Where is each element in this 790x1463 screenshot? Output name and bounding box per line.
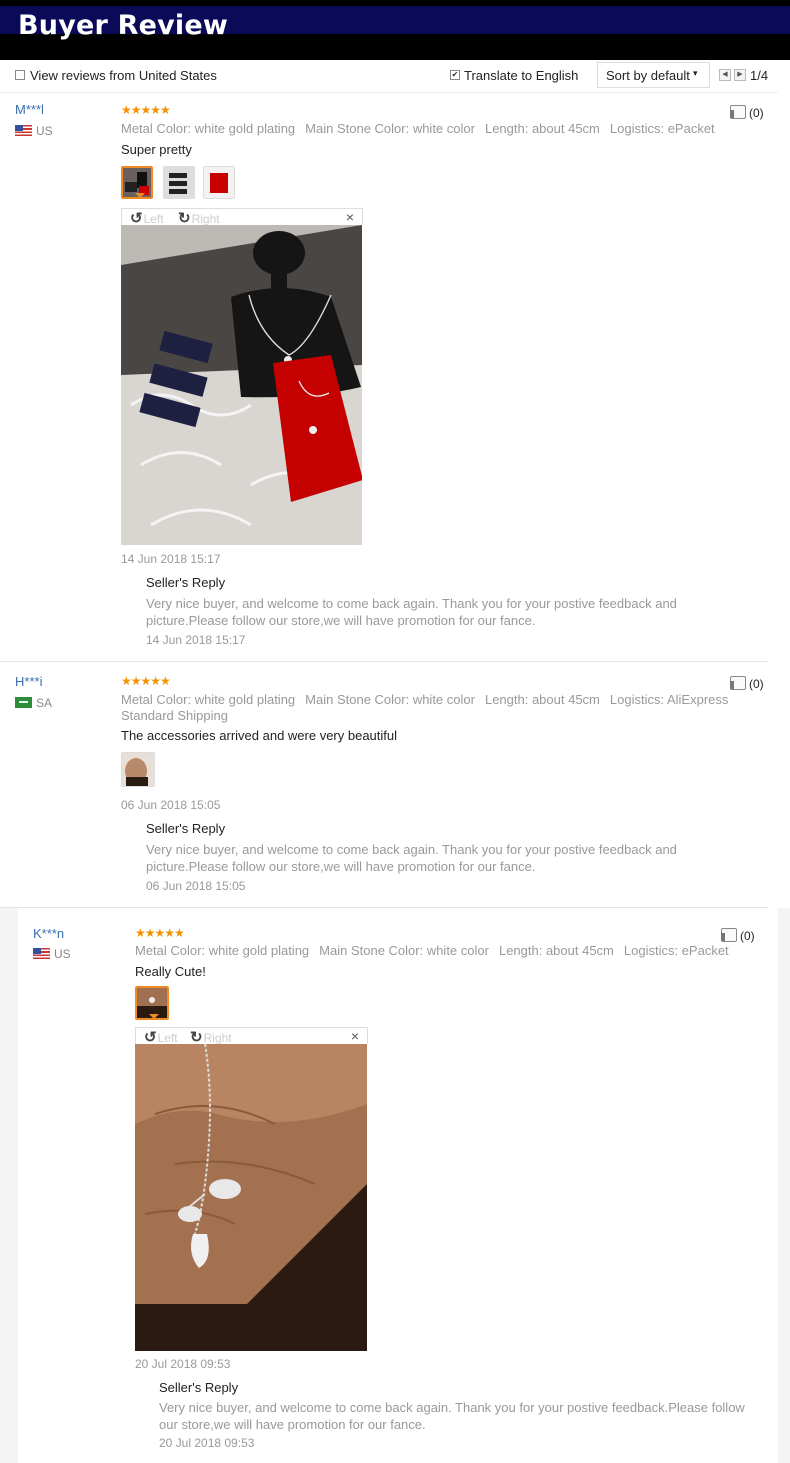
photo-viewer-toolbar: ↺Left ↻Right × <box>135 1027 368 1046</box>
thumbs-up-icon <box>721 928 737 942</box>
sort-dropdown-label: Sort by default <box>606 68 690 83</box>
translate-label[interactable]: Translate to English <box>464 68 578 83</box>
header-banner: Buyer Review <box>0 0 790 60</box>
review-photo-large <box>135 1044 367 1351</box>
review-text: The accessories arrived and were very be… <box>121 728 398 743</box>
thumbs-up-icon <box>730 676 746 690</box>
sort-dropdown[interactable]: Sort by default ▾ <box>597 62 710 88</box>
thumbs-up-icon <box>730 105 746 119</box>
seller-reply-date: 20 Jul 2018 09:53 <box>159 1436 255 1450</box>
review-date: 14 Jun 2018 15:17 <box>121 552 221 566</box>
seller-reply-text: Very nice buyer, and welcome to come bac… <box>159 1400 745 1432</box>
page-margin <box>0 908 18 1463</box>
view-us-checkbox[interactable] <box>15 70 25 80</box>
page-indicator: 1/4 <box>750 68 769 83</box>
next-page-button[interactable]: ▶ <box>734 69 746 81</box>
review-item: H***i SA ★★★★★ (0) Metal Color: white go… <box>0 662 768 908</box>
seller-reply-text: Very nice buyer, and welcome to come bac… <box>146 842 677 874</box>
review-item: M***l US ★★★★★ (0) Metal Color: white go… <box>0 93 768 662</box>
photo-thumbnail[interactable] <box>163 166 195 199</box>
seller-reply-date: 06 Jun 2018 15:05 <box>146 879 246 893</box>
seller-reply-date: 14 Jun 2018 15:17 <box>146 633 246 647</box>
reviewer-name[interactable]: M***l <box>15 102 44 117</box>
us-flag-icon <box>15 125 32 136</box>
star-rating: ★★★★★ <box>121 674 171 688</box>
seller-reply-label: Seller's Reply <box>146 821 226 836</box>
product-attributes: Metal Color: white gold plating Main Ston… <box>135 943 729 958</box>
review-item: K***n US ★★★★★ (0) Metal Color: white go… <box>18 916 778 1461</box>
reviewer-country: US <box>15 124 53 138</box>
photo-thumbnail[interactable] <box>121 752 155 787</box>
review-text: Really Cute! <box>135 964 206 979</box>
seller-reply-label: Seller's Reply <box>146 575 226 590</box>
reviewer-name[interactable]: K***n <box>33 926 64 941</box>
seller-reply-label: Seller's Reply <box>159 1380 239 1395</box>
chevron-down-icon: ▾ <box>693 68 698 78</box>
prev-page-button[interactable]: ◀ <box>719 69 731 81</box>
star-rating: ★★★★★ <box>121 103 171 117</box>
sa-flag-icon <box>15 697 32 708</box>
photo-thumbnail[interactable] <box>121 166 153 199</box>
star-rating: ★★★★★ <box>135 926 185 940</box>
close-icon[interactable]: × <box>346 209 354 225</box>
review-date: 06 Jun 2018 15:05 <box>121 798 221 812</box>
close-icon[interactable]: × <box>351 1028 359 1044</box>
photo-thumbnail[interactable] <box>135 986 169 1020</box>
photo-thumbnail[interactable] <box>203 166 235 199</box>
helpful-button[interactable]: (0) <box>730 105 764 120</box>
reviewer-country: SA <box>15 696 52 710</box>
review-date: 20 Jul 2018 09:53 <box>135 1357 231 1371</box>
product-attributes: Metal Color: white gold plating Main Ston… <box>121 121 715 136</box>
view-us-label[interactable]: View reviews from United States <box>30 68 217 83</box>
review-photo-large <box>121 225 362 545</box>
photo-viewer-toolbar: ↺Left ↻Right × <box>121 208 363 227</box>
page-margin <box>778 908 790 1463</box>
product-attributes: Metal Color: white gold plating Main Ston… <box>121 692 729 723</box>
review-toolbar: View reviews from United States ✔ Transl… <box>0 62 778 93</box>
reviewer-country: US <box>33 947 71 961</box>
helpful-button[interactable]: (0) <box>721 928 755 943</box>
seller-reply-text: Very nice buyer, and welcome to come bac… <box>146 596 677 628</box>
page-title: Buyer Review <box>18 10 229 41</box>
reviewer-name[interactable]: H***i <box>15 674 42 689</box>
helpful-button[interactable]: (0) <box>730 676 764 691</box>
review-text: Super pretty <box>121 142 192 157</box>
us-flag-icon <box>33 948 50 959</box>
translate-checkbox[interactable]: ✔ <box>450 70 460 80</box>
